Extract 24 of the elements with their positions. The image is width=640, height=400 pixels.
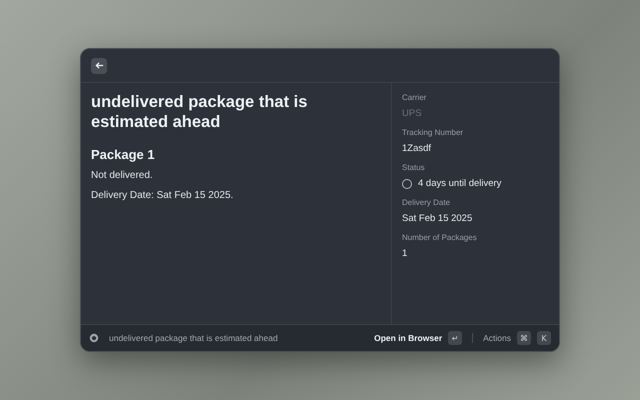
open-in-browser-button[interactable]: Open in Browser [374, 333, 442, 343]
left-arrow-icon [94, 61, 104, 70]
package-icon [89, 333, 99, 343]
shortcut-key: ↵ [448, 331, 462, 345]
metadata-value: Sat Feb 15 2025 [402, 213, 474, 224]
shortcut-key: ⌘ [517, 331, 531, 345]
metadata-value: UPS [402, 108, 423, 119]
metadata-label: Number of Packages [402, 233, 478, 242]
detail-text: Not delivered. [91, 170, 154, 181]
actions-button[interactable]: Actions [483, 333, 511, 343]
metadata-label: Tracking Number [402, 128, 464, 137]
section-heading: Package 1 [91, 146, 156, 162]
metadata-label: Delivery Date [402, 198, 452, 207]
progress-circle-icon [402, 178, 412, 188]
shortcut-key: K [537, 331, 551, 345]
detail-title: undelivered package that is estimated ahead [91, 93, 308, 133]
metadata-value: 1 [402, 248, 408, 259]
detail-text: Delivery Date: Sat Feb 15 2025. [91, 190, 234, 201]
metadata-value: 1Zasdf [402, 143, 432, 154]
metadata-value: 4 days until delivery [418, 178, 502, 189]
metadata-label: Carrier [402, 93, 428, 102]
back-button[interactable] [91, 58, 107, 74]
metadata-label: Status [402, 163, 426, 172]
footer-title: undelivered package that is estimated ahead [109, 333, 279, 343]
